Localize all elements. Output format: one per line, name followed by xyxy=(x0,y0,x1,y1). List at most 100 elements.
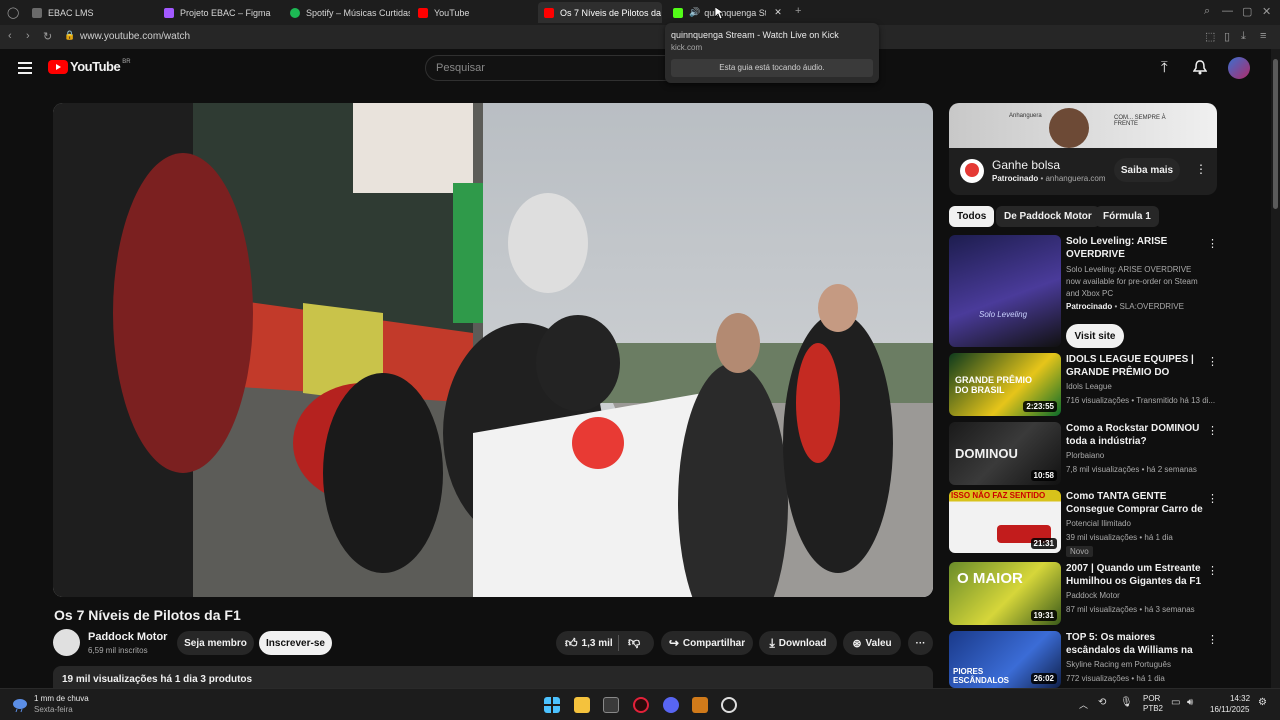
video-thumbnail[interactable]: PIORES ESCÂNDALOS 26:02 xyxy=(949,631,1061,688)
chip-all[interactable]: Todos xyxy=(949,206,995,227)
channel-name[interactable]: Paddock Motor xyxy=(1066,591,1120,600)
new-tab-button[interactable]: + xyxy=(795,5,801,17)
upload-icon[interactable]: ⤒ xyxy=(1161,59,1168,76)
menu-icon[interactable]: ≡ xyxy=(1260,30,1266,42)
network-icon[interactable]: ▭ xyxy=(1171,697,1180,708)
ad-title[interactable]: Ganhe bolsa xyxy=(992,158,1060,172)
thanks-button[interactable]: ⊛ Valeu xyxy=(843,631,901,655)
discord-icon[interactable] xyxy=(663,697,679,713)
scrollbar-thumb[interactable] xyxy=(1273,59,1278,209)
browser-menu-icon[interactable]: ◯ xyxy=(7,6,19,19)
video-thumbnail[interactable]: Solo Leveling xyxy=(949,235,1061,347)
volume-icon[interactable]: 🔊︎ xyxy=(1187,697,1193,708)
weather-widget[interactable] xyxy=(12,697,28,713)
chip-channel[interactable]: De Paddock Motor xyxy=(996,206,1100,227)
thumbs-up-icon[interactable]: 👍︎ xyxy=(565,636,578,651)
tab-spotify[interactable]: Spotify – Músicas Curtidas xyxy=(284,2,410,23)
ad-card[interactable]: Anhanguera COM... SEMPRE À FRENTE Ganhe … xyxy=(949,103,1217,195)
more-options-icon[interactable]: ⋮ xyxy=(1207,237,1218,250)
related-video[interactable]: O MAIOR 19:31 2007 | Quando um Estreante… xyxy=(949,562,1218,625)
page-scrollbar[interactable] xyxy=(1271,49,1280,688)
search-tabs-icon[interactable]: ⌕ xyxy=(1204,5,1210,18)
channel-name[interactable]: Potencial Ilimitado xyxy=(1066,519,1131,528)
related-video[interactable]: GRANDE PRÊMIO DO BRASIL 2:23:55 IDOLS LE… xyxy=(949,353,1218,416)
tab-figma[interactable]: Projeto EBAC – Figma xyxy=(158,2,284,23)
close-window-icon[interactable]: ✕ xyxy=(1262,5,1271,18)
sidebar-icon[interactable]: ▯ xyxy=(1224,30,1230,43)
subscribe-button[interactable]: Inscrever-se xyxy=(259,631,332,655)
channel-name[interactable]: Plorbaiano xyxy=(1066,451,1104,460)
channel-name[interactable]: Idols League xyxy=(1066,382,1112,391)
speaker-icon[interactable]: 🔊 xyxy=(689,7,700,18)
app-icon[interactable] xyxy=(692,697,708,713)
video-thumbnail[interactable]: O MAIOR 19:31 xyxy=(949,562,1061,625)
like-count[interactable]: 1,3 mil xyxy=(582,638,613,649)
more-options-icon[interactable]: ⋮ xyxy=(1207,355,1218,368)
tab-youtube[interactable]: YouTube xyxy=(412,2,538,23)
channel-name[interactable]: Skyline Racing em Português xyxy=(1066,660,1171,669)
tab-f1-video[interactable]: Os 7 Níveis de Pilotos da F1 xyxy=(538,2,662,23)
close-tab-icon[interactable]: ✕ xyxy=(774,7,782,18)
file-explorer-icon[interactable] xyxy=(574,697,590,713)
more-actions-button[interactable]: ··· xyxy=(908,631,933,655)
hamburger-menu-icon[interactable] xyxy=(18,62,32,74)
join-button[interactable]: Seja membro xyxy=(177,631,254,655)
video-thumbnail[interactable]: DOMINOU 10:58 xyxy=(949,422,1061,485)
more-options-icon[interactable]: ⋮ xyxy=(1207,424,1218,437)
maximize-icon[interactable]: ▢ xyxy=(1242,5,1252,18)
learn-more-button[interactable]: Saiba mais xyxy=(1114,158,1180,182)
extensions-icon[interactable]: ⬚ xyxy=(1205,30,1215,43)
visit-site-button[interactable]: Visit site xyxy=(1066,324,1124,348)
opera-gx-icon[interactable] xyxy=(633,697,649,713)
tray-chevron-icon[interactable]: ︿ xyxy=(1079,698,1088,711)
ad-banner-image[interactable]: Anhanguera COM... SEMPRE À FRENTE xyxy=(949,103,1217,148)
tab-ebac-lms[interactable]: EBAC LMS xyxy=(26,2,158,23)
windows-start-icon[interactable] xyxy=(544,697,560,713)
user-avatar[interactable] xyxy=(1228,57,1250,79)
thumbs-down-icon[interactable]: 👎︎ xyxy=(628,635,640,650)
search-input[interactable]: Pesquisar xyxy=(425,55,675,81)
forward-icon[interactable]: › xyxy=(26,30,30,42)
ad-options-icon[interactable]: ⋮ xyxy=(1195,162,1207,176)
reload-icon[interactable]: ↻ xyxy=(43,30,52,43)
video-title[interactable]: TOP 5: Os maiores escândalos da Williams… xyxy=(1066,631,1204,657)
related-video[interactable]: DOMINOU 10:58 Como a Rockstar DOMINOU to… xyxy=(949,422,1218,485)
microphone-icon[interactable]: 🎙︎ xyxy=(1120,697,1133,708)
video-player[interactable] xyxy=(53,103,933,597)
more-options-icon[interactable]: ⋮ xyxy=(1207,564,1218,577)
minimize-icon[interactable]: — xyxy=(1222,5,1233,17)
chip-formula1[interactable]: Fórmula 1 xyxy=(1095,206,1159,227)
keyboard-layout[interactable]: PTB2 xyxy=(1143,704,1163,713)
back-icon[interactable]: ‹ xyxy=(8,30,12,42)
sponsored-video[interactable]: Solo Leveling Solo Leveling: ARISE OVERD… xyxy=(949,235,1218,348)
channel-avatar[interactable] xyxy=(53,629,80,656)
more-options-icon[interactable]: ⋮ xyxy=(1207,492,1218,505)
more-options-icon[interactable]: ⋮ xyxy=(1207,633,1217,646)
video-thumbnail[interactable]: GRANDE PRÊMIO DO BRASIL 2:23:55 xyxy=(949,353,1061,416)
youtube-logo[interactable]: YouTube BR xyxy=(48,59,131,74)
video-title[interactable]: 2007 | Quando um Estreante Humilhou os G… xyxy=(1066,562,1204,588)
notification-center-icon[interactable]: ⚙ xyxy=(1258,697,1267,708)
ebac-favicon xyxy=(32,7,42,18)
download-icon[interactable]: ⤓ xyxy=(1241,30,1246,43)
keyboard-lang[interactable]: POR xyxy=(1143,694,1160,703)
related-video[interactable]: PIORES ESCÂNDALOS 26:02 TOP 5: Os maiore… xyxy=(949,631,1217,688)
channel-name[interactable]: Paddock Motor xyxy=(88,631,167,643)
download-button[interactable]: ⤓ Download xyxy=(759,631,837,655)
store-icon[interactable] xyxy=(603,697,619,713)
video-title[interactable]: Como TANTA GENTE Consegue Comprar Carro … xyxy=(1066,490,1204,516)
notifications-bell-icon[interactable] xyxy=(1193,60,1207,75)
tab-kick-stream[interactable]: 🔊 quinnquenga Stream ✕ xyxy=(667,2,793,23)
video-title[interactable]: Solo Leveling: ARISE OVERDRIVE xyxy=(1066,235,1204,261)
video-title[interactable]: IDOLS LEAGUE EQUIPES | GRANDE PRÊMIO DO … xyxy=(1066,353,1204,379)
url-field[interactable]: www.youtube.com/watch xyxy=(80,31,190,42)
clock-time[interactable]: 14:32 xyxy=(1230,694,1250,703)
sync-icon[interactable]: ⟲ xyxy=(1098,697,1106,708)
share-label: Compartilhar xyxy=(682,637,746,649)
related-video[interactable]: ISSO NÃO FAZ SENTIDO 21:31 Como TANTA GE… xyxy=(949,490,1218,557)
share-button[interactable]: ↪ Compartilhar xyxy=(661,631,753,655)
chatgpt-icon[interactable] xyxy=(721,697,737,713)
video-title[interactable]: Como a Rockstar DOMINOU toda a indústria… xyxy=(1066,422,1204,448)
video-thumbnail[interactable]: ISSO NÃO FAZ SENTIDO 21:31 xyxy=(949,490,1061,553)
clock-date[interactable]: 16/11/2025 xyxy=(1210,705,1249,714)
